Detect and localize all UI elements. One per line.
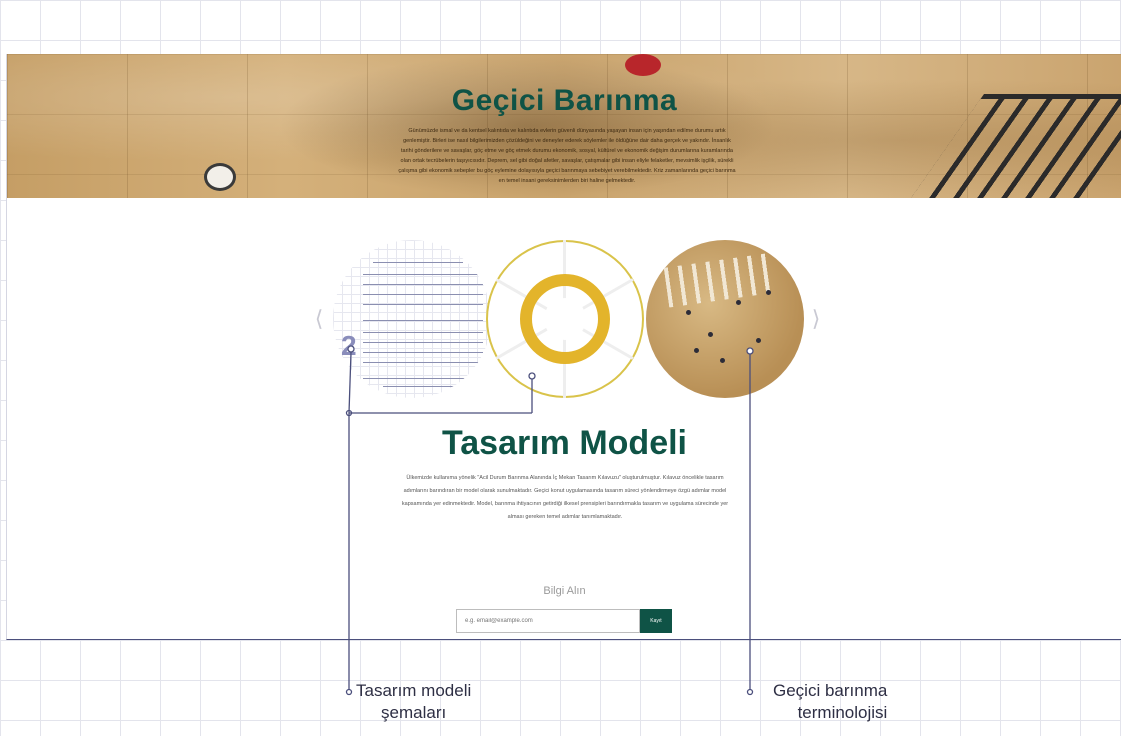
email-input[interactable] — [456, 609, 640, 633]
callout-line: terminolojisi — [797, 703, 888, 722]
form-heading: Bilgi Alın — [543, 585, 586, 597]
carousel-slide-cycle[interactable] — [486, 240, 644, 398]
hero-description: Günümüzde ismal ve da kentsel kalıntıda … — [398, 128, 736, 184]
worker-figure — [207, 166, 233, 188]
newsletter-form: Kayıt — [456, 609, 672, 633]
chevron-left-icon[interactable]: ⟨ — [310, 306, 328, 332]
section-title: Tasarım Modeli — [442, 424, 687, 462]
carousel-slide-photo[interactable] — [646, 240, 804, 398]
image-carousel: ⟨ 2 ⟩ — [7, 240, 1121, 400]
webpage-mockup: Geçici Barınma Günümüzde ismal ve da ken… — [6, 54, 1121, 640]
worker-figure — [625, 54, 661, 76]
carousel-slide-schema[interactable]: 2 — [333, 240, 491, 398]
callout-terminology: Geçici barınma terminolojisi — [773, 680, 887, 724]
chevron-right-icon[interactable]: ⟩ — [807, 306, 825, 332]
callout-design-model: Tasarım modeli şemaları — [356, 680, 471, 724]
callout-line: şemaları — [381, 703, 447, 722]
section-description: Ülkemizde kullanıma yönelik "Acil Durum … — [401, 475, 729, 520]
schema-step-number: 2 — [341, 330, 357, 361]
callout-line: Tasarım modeli — [356, 681, 472, 700]
callout-line: Geçici barınma — [773, 681, 888, 700]
hero-banner: Geçici Barınma Günümüzde ismal ve da ken… — [7, 54, 1121, 198]
hero-title: Geçici Barınma — [451, 84, 678, 117]
cycle-core — [544, 298, 586, 340]
submit-button[interactable]: Kayıt — [640, 609, 672, 633]
